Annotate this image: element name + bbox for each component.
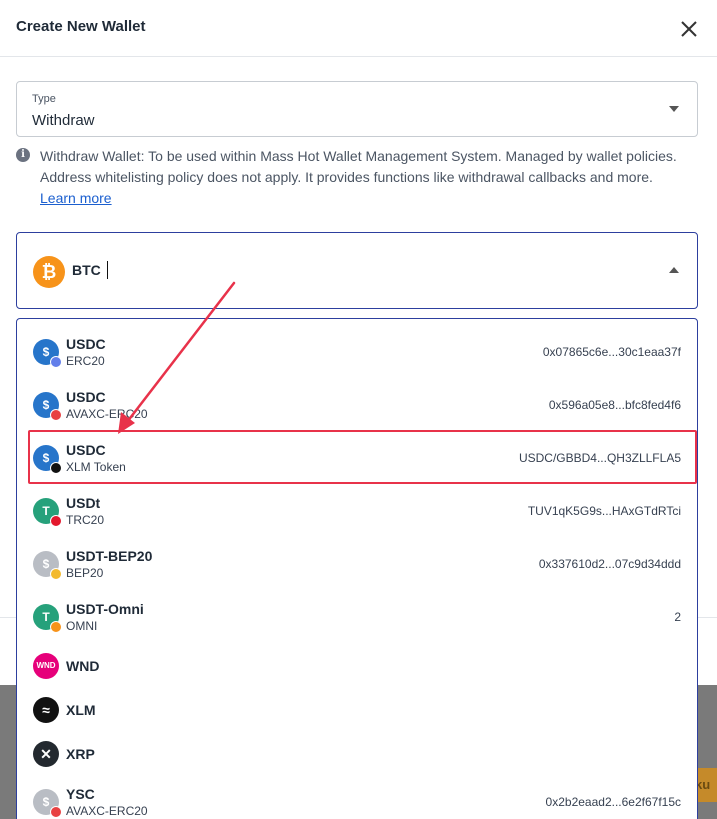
dialog-title: Create New Wallet (16, 18, 146, 35)
info-description: Withdraw Wallet: To be used within Mass … (40, 148, 677, 185)
usdc-icon: $ (33, 392, 62, 421)
option-name: YSC (66, 786, 95, 802)
option-network: AVAXC-ERC20 (66, 804, 148, 818)
option-name: USDT-Omni (66, 601, 144, 617)
option-address: 0x2b2eaad2...6e2f67f15c (545, 795, 681, 809)
chevron-up-icon (669, 267, 679, 273)
asset-option-usdc-erc20[interactable]: $ USDC ERC20 0x07865c6e...30c1eaa37f (17, 319, 697, 372)
option-address: TUV1qK5G9s...HAxGTdRTci (527, 504, 681, 518)
option-address: 0x337610d2...07c9d34ddd (538, 557, 681, 571)
dialog-header: Create New Wallet (0, 0, 717, 57)
wallet-type-label: Type (32, 93, 56, 105)
bitcoin-icon: ₿ (33, 256, 65, 288)
wnd-icon: WND (33, 653, 59, 679)
option-network: AVAXC-ERC20 (66, 407, 148, 421)
network-badge-icon (50, 356, 62, 368)
option-network: BEP20 (66, 566, 104, 580)
asset-input-value: BTC (72, 262, 101, 278)
chevron-down-icon (669, 106, 679, 112)
tether-icon: $ (33, 551, 62, 580)
option-name: XLM (66, 702, 96, 718)
option-name: USDC (66, 336, 106, 352)
option-name: USDC (66, 442, 106, 458)
tether-icon: T (33, 604, 62, 633)
option-address: USDC/GBBD4...QH3ZLLFLA5 (518, 451, 681, 465)
usdc-icon: $ (33, 445, 62, 474)
asset-option-xlm[interactable]: ≈ XLM (17, 681, 697, 725)
option-network: ERC20 (66, 354, 105, 368)
learn-more-link[interactable]: Learn more (40, 190, 112, 206)
asset-option-usdt-trc20[interactable]: T USDt TRC20 TUV1qK5G9s...HAxGTdRTci (17, 478, 697, 531)
option-name: XRP (66, 746, 95, 762)
option-network: XLM Token (66, 460, 126, 474)
text-cursor (106, 260, 108, 279)
option-address: 0x07865c6e...30c1eaa37f (542, 345, 681, 359)
option-address: 2 (674, 610, 681, 624)
asset-option-usdc-avaxc[interactable]: $ USDC AVAXC-ERC20 0x596a05e8...bfc8fed4… (17, 372, 697, 425)
option-name: USDt (66, 495, 101, 511)
info-icon: i (16, 148, 30, 162)
info-text: Withdraw Wallet: To be used within Mass … (40, 146, 704, 209)
asset-option-ysc[interactable]: $ YSC AVAXC-ERC20 0x2b2eaad2...6e2f67f15… (17, 769, 697, 819)
asset-dropdown-list: $ USDC ERC20 0x07865c6e...30c1eaa37f $ U… (16, 318, 698, 819)
xrp-icon: ✕ (33, 741, 59, 767)
network-badge-icon (50, 409, 62, 421)
network-badge-icon (50, 568, 62, 580)
option-name: USDC (66, 389, 106, 405)
asset-option-usdt-omni[interactable]: T USDT-Omni OMNI 2 (17, 584, 697, 637)
asset-option-wnd[interactable]: WND WND (17, 637, 697, 681)
asset-option-usdc-xlm[interactable]: $ USDC XLM Token USDC/GBBD4...QH3ZLLFLA5 (17, 425, 697, 478)
stellar-icon: ≈ (33, 697, 59, 723)
usdc-icon: $ (33, 339, 62, 368)
wallet-type-select[interactable]: Type Withdraw (16, 81, 698, 137)
option-name: USDT-BEP20 (66, 548, 153, 564)
close-icon[interactable] (678, 18, 700, 40)
network-badge-icon (50, 515, 62, 527)
option-network: TRC20 (66, 513, 105, 527)
asset-option-xrp[interactable]: ✕ XRP (17, 725, 697, 769)
asset-option-usdt-bep20[interactable]: $ USDT-BEP20 BEP20 0x337610d2...07c9d34d… (17, 531, 697, 584)
option-network: OMNI (66, 619, 98, 633)
wallet-type-value: Withdraw (32, 112, 95, 129)
network-badge-icon (50, 806, 62, 818)
asset-select[interactable]: ₿ BTC (16, 232, 698, 309)
option-address: 0x596a05e8...bfc8fed4f6 (548, 398, 681, 412)
option-name: WND (66, 658, 100, 674)
asset-search-input[interactable]: BTC (72, 260, 108, 279)
tether-icon: T (33, 498, 62, 527)
network-badge-icon (50, 462, 62, 474)
network-badge-icon (50, 621, 62, 633)
ysc-icon: $ (33, 789, 62, 818)
